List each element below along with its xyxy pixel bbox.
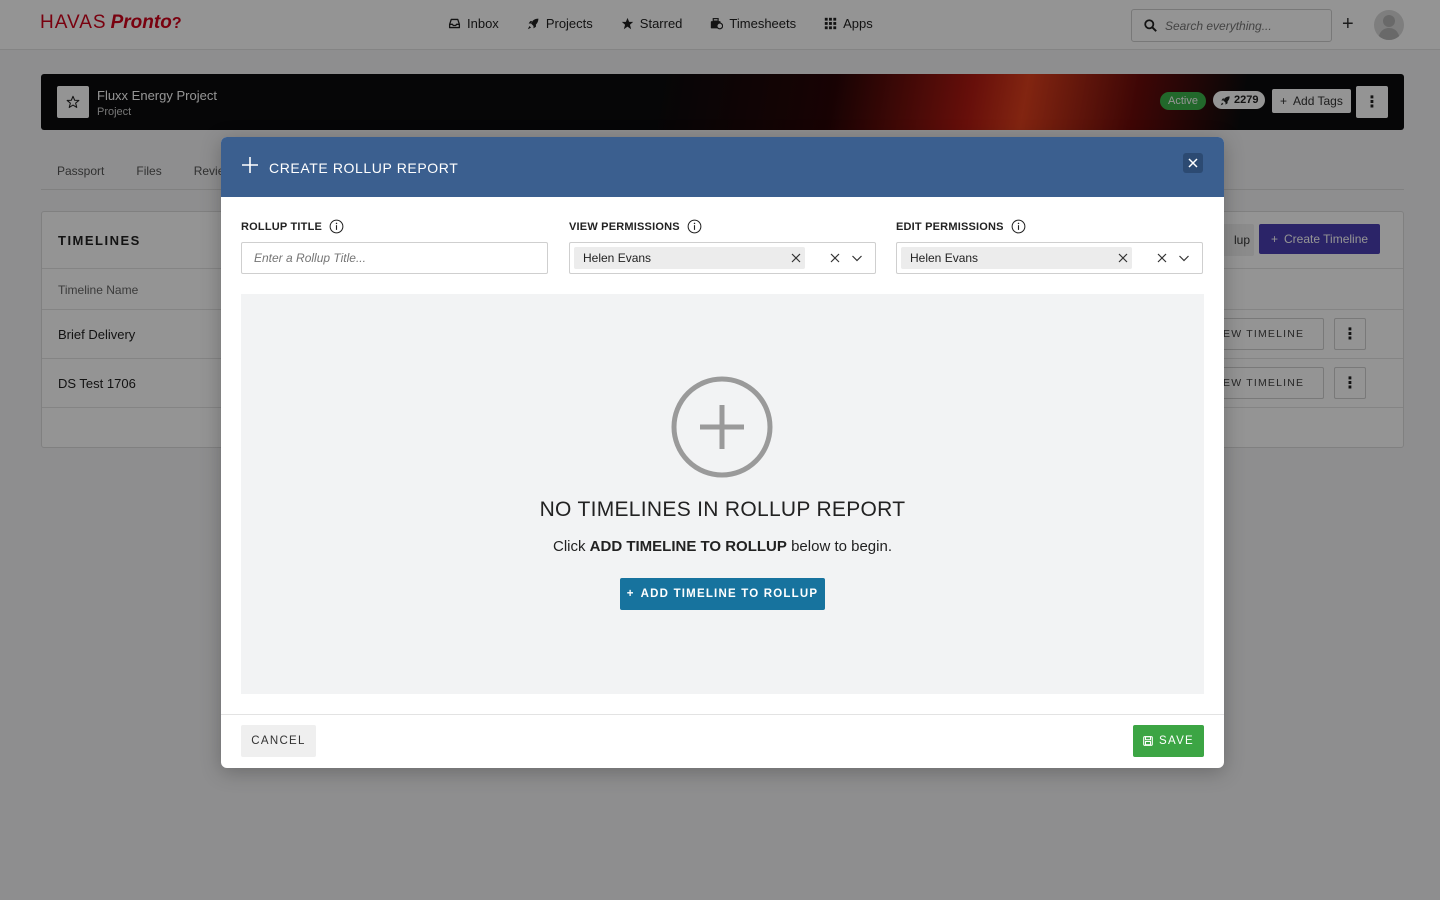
chevron-down-icon[interactable]: [1178, 252, 1190, 264]
cancel-button[interactable]: CANCEL: [241, 725, 316, 757]
info-icon[interactable]: [1011, 219, 1026, 234]
rollup-title-input[interactable]: [241, 242, 548, 274]
chip-label: Helen Evans: [910, 251, 979, 265]
chevron-down-icon[interactable]: [851, 252, 863, 264]
rollup-timelines-area: NO TIMELINES IN ROLLUP REPORT Click ADD …: [241, 294, 1204, 694]
rollup-title-label-text: ROLLUP TITLE: [241, 220, 323, 233]
remove-chip-icon[interactable]: [790, 252, 802, 264]
divider: [221, 714, 1224, 715]
empty-sub-post: below to begin.: [791, 538, 892, 555]
empty-sub-bold: ADD TIMELINE TO ROLLUP: [589, 538, 787, 555]
selected-user-chip: Helen Evans: [574, 247, 805, 269]
add-timeline-label: ADD TIMELINE TO ROLLUP: [640, 588, 819, 600]
edit-permissions-select[interactable]: Helen Evans: [896, 242, 1203, 274]
plus-icon: [242, 157, 258, 173]
info-icon[interactable]: [329, 219, 344, 234]
close-icon: [1188, 158, 1198, 168]
plus-icon: +: [626, 588, 635, 600]
modal-header: CREATE ROLLUP REPORT: [221, 137, 1224, 197]
view-permissions-label: VIEW PERMISSIONS: [569, 219, 702, 234]
edit-permissions-label: EDIT PERMISSIONS: [896, 219, 1026, 234]
edit-permissions-label-text: EDIT PERMISSIONS: [896, 220, 1004, 233]
chip-label: Helen Evans: [583, 251, 652, 265]
save-icon: [1143, 736, 1153, 746]
rollup-title-label: ROLLUP TITLE: [241, 219, 344, 234]
empty-sub-pre: Click: [553, 538, 586, 555]
selected-user-chip: Helen Evans: [901, 247, 1132, 269]
add-timeline-to-rollup-button[interactable]: + ADD TIMELINE TO ROLLUP: [620, 578, 825, 610]
clear-selection-icon[interactable]: [1156, 252, 1168, 264]
save-label: SAVE: [1158, 735, 1195, 747]
save-button[interactable]: SAVE: [1133, 725, 1204, 757]
modal-title: CREATE ROLLUP REPORT: [269, 160, 459, 176]
create-rollup-modal: CREATE ROLLUP REPORT ROLLUP TITLE VIEW P…: [221, 137, 1224, 768]
empty-state-title: NO TIMELINES IN ROLLUP REPORT: [539, 498, 906, 521]
empty-state-subtitle: Click ADD TIMELINE TO ROLLUP below to be…: [241, 538, 1204, 555]
view-permissions-select[interactable]: Helen Evans: [569, 242, 876, 274]
view-permissions-label-text: VIEW PERMISSIONS: [569, 220, 680, 233]
add-circle-icon: [671, 376, 773, 478]
modal-close-button[interactable]: [1183, 153, 1203, 173]
info-icon[interactable]: [687, 219, 702, 234]
remove-chip-icon[interactable]: [1117, 252, 1129, 264]
clear-selection-icon[interactable]: [829, 252, 841, 264]
